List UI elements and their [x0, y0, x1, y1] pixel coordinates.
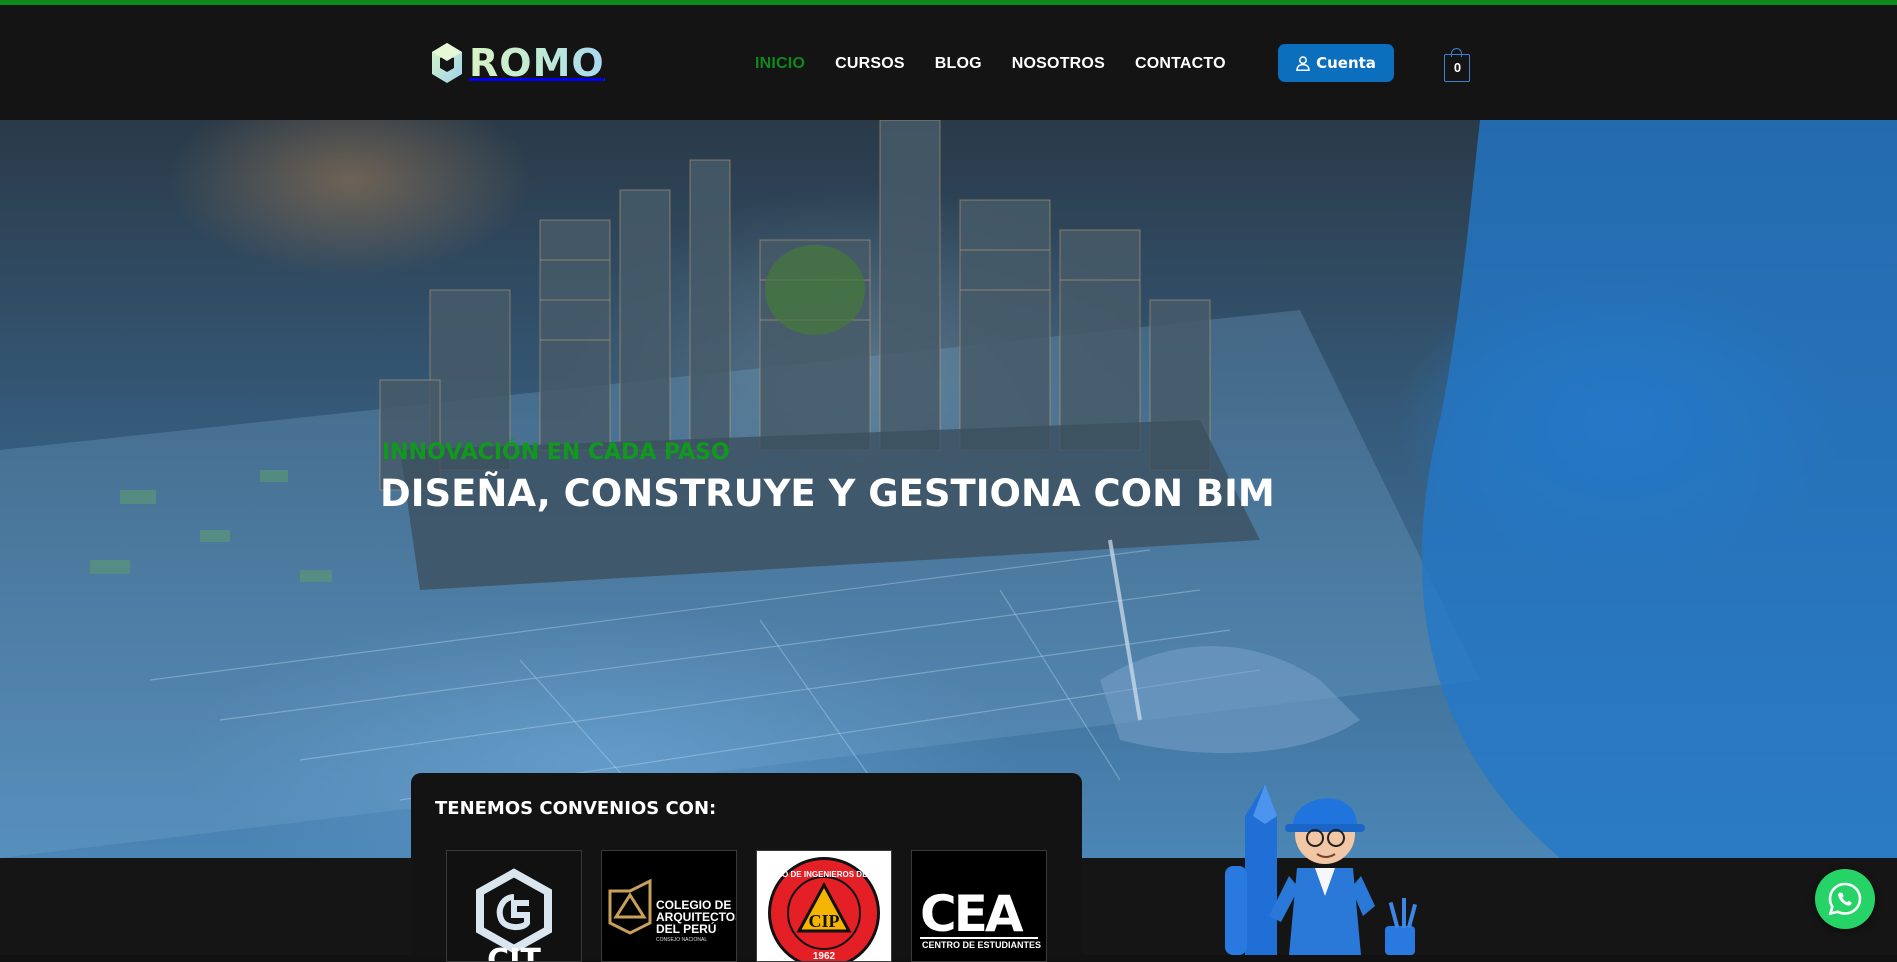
- svg-text:DEL PERÚ: DEL PERÚ: [656, 921, 716, 936]
- partner-logo-cip[interactable]: CIP COLEGIO DE INGENIEROS DEL PERU 1962: [756, 850, 892, 962]
- brand-logo[interactable]: ROMO: [431, 39, 605, 87]
- whatsapp-button[interactable]: [1815, 869, 1875, 929]
- svg-text:COLEGIO DE INGENIEROS DEL PERU: COLEGIO DE INGENIEROS DEL PERU: [757, 870, 891, 879]
- account-label: Cuenta: [1316, 54, 1376, 72]
- partner-logo-cap[interactable]: COLEGIO DE ARQUITECTOS DEL PERÚ CONSEJO …: [601, 850, 737, 962]
- partner-logo-cit-text: CIT: [487, 943, 541, 961]
- svg-text:CENTRO DE ESTUDIANTES: CENTRO DE ESTUDIANTES: [922, 940, 1041, 950]
- partner-logo-cit[interactable]: CIT: [446, 850, 582, 962]
- hero-subtitle: INNOVACIÓN EN CADA PASO: [382, 440, 730, 465]
- nav-item-inicio[interactable]: INICIO: [755, 55, 805, 73]
- mascot-illustration: [1185, 776, 1430, 960]
- nav-item-blog[interactable]: BLOG: [935, 55, 982, 73]
- nav-item-contacto[interactable]: CONTACTO: [1135, 55, 1226, 73]
- nav-item-nosotros[interactable]: NOSOTROS: [1012, 55, 1105, 73]
- cart-button[interactable]: 0: [1443, 48, 1471, 82]
- site-header: ROMO INICIO CURSOS BLOG NOSOTROS CONTACT…: [0, 5, 1897, 120]
- partner-logo-cea[interactable]: CEA CENTRO DE ESTUDIANTES: [911, 850, 1047, 962]
- hexagon-logo-icon: [432, 43, 462, 83]
- user-icon: [1296, 55, 1310, 71]
- partners-panel: TENEMOS CONVENIOS CON: CIT COLEGIO DE AR…: [411, 773, 1082, 962]
- main-nav: INICIO CURSOS BLOG NOSOTROS CONTACTO: [755, 55, 1226, 73]
- nav-item-cursos[interactable]: CURSOS: [835, 55, 905, 73]
- svg-text:CEA: CEA: [920, 885, 1024, 943]
- hero-banner: INNOVACIÓN EN CADA PASO DISEÑA, CONSTRUY…: [0, 120, 1897, 858]
- partners-heading: TENEMOS CONVENIOS CON:: [435, 798, 717, 819]
- svg-text:1962: 1962: [813, 951, 836, 961]
- cart-count: 0: [1453, 60, 1462, 75]
- account-button[interactable]: Cuenta: [1278, 44, 1394, 82]
- hero-title: DISEÑA, CONSTRUYE Y GESTIONA CON BIM: [380, 472, 1275, 515]
- svg-text:CONSEJO NACIONAL: CONSEJO NACIONAL: [656, 937, 707, 943]
- svg-text:CIP: CIP: [809, 911, 840, 931]
- whatsapp-icon: [1828, 882, 1862, 916]
- brand-name: ROMO: [469, 41, 605, 85]
